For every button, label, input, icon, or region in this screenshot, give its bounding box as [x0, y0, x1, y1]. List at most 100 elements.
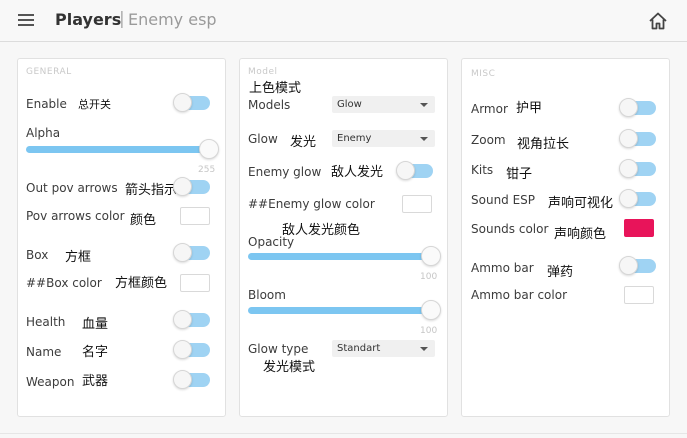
toggle-knob: [173, 370, 192, 389]
box-annotation: 方框: [65, 250, 92, 265]
bloom-slider[interactable]: [248, 300, 441, 320]
pov-arrows-color-label: Pov arrows color: [26, 209, 125, 223]
general-panel: GENERAL Enable 总开关 Alpha 255 Out pov arr…: [17, 58, 226, 417]
opacity-value: 100: [420, 272, 438, 282]
sounds-color-label: Sounds color: [471, 222, 549, 236]
toggle-knob: [619, 189, 638, 208]
toggle-knob: [173, 310, 192, 329]
glow-type-label: Glow type: [248, 342, 309, 356]
sound-esp-toggle[interactable]: [619, 189, 656, 208]
enemy-glow-color-label: ##Enemy glow color: [248, 197, 375, 211]
enemy-glow-toggle[interactable]: [396, 161, 433, 180]
health-annotation: 血量: [82, 317, 109, 332]
home-icon[interactable]: [648, 11, 668, 31]
box-toggle[interactable]: [173, 243, 210, 262]
slider-thumb[interactable]: [199, 139, 219, 159]
opacity-slider[interactable]: [248, 246, 441, 266]
out-pov-arrows-label: Out pov arrows: [26, 181, 118, 195]
weapon-annotation: 武器: [82, 374, 109, 389]
weapon-toggle[interactable]: [173, 370, 210, 389]
enable-label: Enable: [26, 97, 67, 111]
model-panel: Model 上色模式 Models Glow Glow 发光 Enemy Ene…: [239, 58, 448, 417]
pov-arrows-color-annotation: 颜色: [130, 213, 157, 228]
enemy-glow-label: Enemy glow: [248, 165, 322, 179]
toggle-knob: [173, 93, 192, 112]
model-panel-title: Model: [248, 67, 278, 77]
out-pov-arrows-annotation: 箭头指示: [125, 183, 178, 198]
toggle-knob: [619, 98, 638, 117]
hamburger-icon[interactable]: [18, 14, 34, 26]
zoom-label: Zoom: [471, 133, 506, 147]
armor-toggle[interactable]: [619, 98, 656, 117]
bloom-label: Bloom: [248, 288, 286, 302]
enemy-glow-color-swatch[interactable]: [402, 195, 432, 213]
models-select-value: Glow: [337, 99, 362, 110]
health-label: Health: [26, 315, 66, 329]
armor-annotation: 护甲: [516, 101, 543, 116]
alpha-label: Alpha: [26, 126, 61, 140]
toggle-knob: [173, 243, 192, 262]
ammo-bar-color-swatch[interactable]: [624, 286, 654, 304]
models-select[interactable]: Glow: [332, 96, 435, 113]
health-toggle[interactable]: [173, 310, 210, 329]
enemy-glow-annotation: 敌人发光: [331, 165, 384, 180]
box-color-swatch[interactable]: [180, 274, 210, 292]
ammo-bar-toggle[interactable]: [619, 256, 656, 275]
enable-annotation: 总开关: [78, 98, 111, 111]
chevron-down-icon: [420, 347, 428, 351]
out-pov-arrows-toggle[interactable]: [173, 177, 210, 196]
zoom-toggle[interactable]: [619, 129, 656, 148]
page-title: Players: [55, 10, 122, 29]
name-label: Name: [26, 345, 62, 359]
glow-annotation: 发光: [290, 135, 317, 150]
bottom-divider: [0, 433, 687, 434]
box-color-annotation: 方框颜色: [115, 276, 168, 291]
top-bar: Players | Enemy esp: [0, 0, 687, 42]
sound-esp-annotation: 声响可视化: [548, 196, 614, 211]
name-annotation: 名字: [82, 345, 109, 360]
zoom-annotation: 视角拉长: [517, 137, 570, 152]
toggle-knob: [619, 129, 638, 148]
weapon-label: Weapon: [26, 375, 75, 389]
glow-select-value: Enemy: [337, 133, 372, 144]
page-subtitle: Enemy esp: [128, 10, 217, 29]
enable-toggle[interactable]: [173, 93, 210, 112]
kits-annotation: 钳子: [506, 167, 533, 182]
title-separator: |: [119, 9, 125, 29]
ammo-bar-label: Ammo bar: [471, 261, 534, 275]
sound-esp-label: Sound ESP: [471, 193, 536, 207]
model-panel-annotation: 上色模式: [249, 81, 302, 96]
alpha-slider[interactable]: [26, 139, 219, 159]
slider-thumb[interactable]: [421, 300, 441, 320]
general-panel-title: GENERAL: [26, 67, 72, 77]
box-label: Box: [26, 248, 49, 262]
models-label: Models: [248, 98, 291, 112]
alpha-value: 255: [198, 165, 216, 175]
toggle-knob: [173, 177, 192, 196]
pov-arrows-color-swatch[interactable]: [180, 207, 210, 225]
opacity-label: Opacity: [248, 235, 295, 249]
glow-type-select[interactable]: Standart: [332, 340, 435, 357]
toggle-knob: [396, 161, 415, 180]
glow-select[interactable]: Enemy: [332, 130, 435, 147]
glow-label: Glow: [248, 132, 278, 146]
ammo-bar-color-label: Ammo bar color: [471, 288, 568, 302]
glow-type-annotation: 发光模式: [263, 360, 316, 375]
misc-panel-title: MISC: [471, 69, 496, 79]
toggle-knob: [619, 256, 638, 275]
chevron-down-icon: [420, 103, 428, 107]
slider-thumb[interactable]: [421, 246, 441, 266]
sounds-color-swatch[interactable]: [624, 219, 654, 237]
kits-toggle[interactable]: [619, 159, 656, 178]
chevron-down-icon: [420, 137, 428, 141]
bloom-value: 100: [420, 326, 438, 336]
kits-label: Kits: [471, 163, 494, 177]
misc-panel: MISC Armor 护甲 Zoom 视角拉长 Kits 钳子 Sound ES…: [461, 58, 670, 417]
glow-type-select-value: Standart: [337, 343, 381, 354]
toggle-knob: [173, 340, 192, 359]
armor-label: Armor: [471, 102, 508, 116]
sounds-color-annotation: 声响颜色: [554, 227, 607, 242]
toggle-knob: [619, 159, 638, 178]
box-color-label: ##Box color: [26, 276, 102, 290]
name-toggle[interactable]: [173, 340, 210, 359]
